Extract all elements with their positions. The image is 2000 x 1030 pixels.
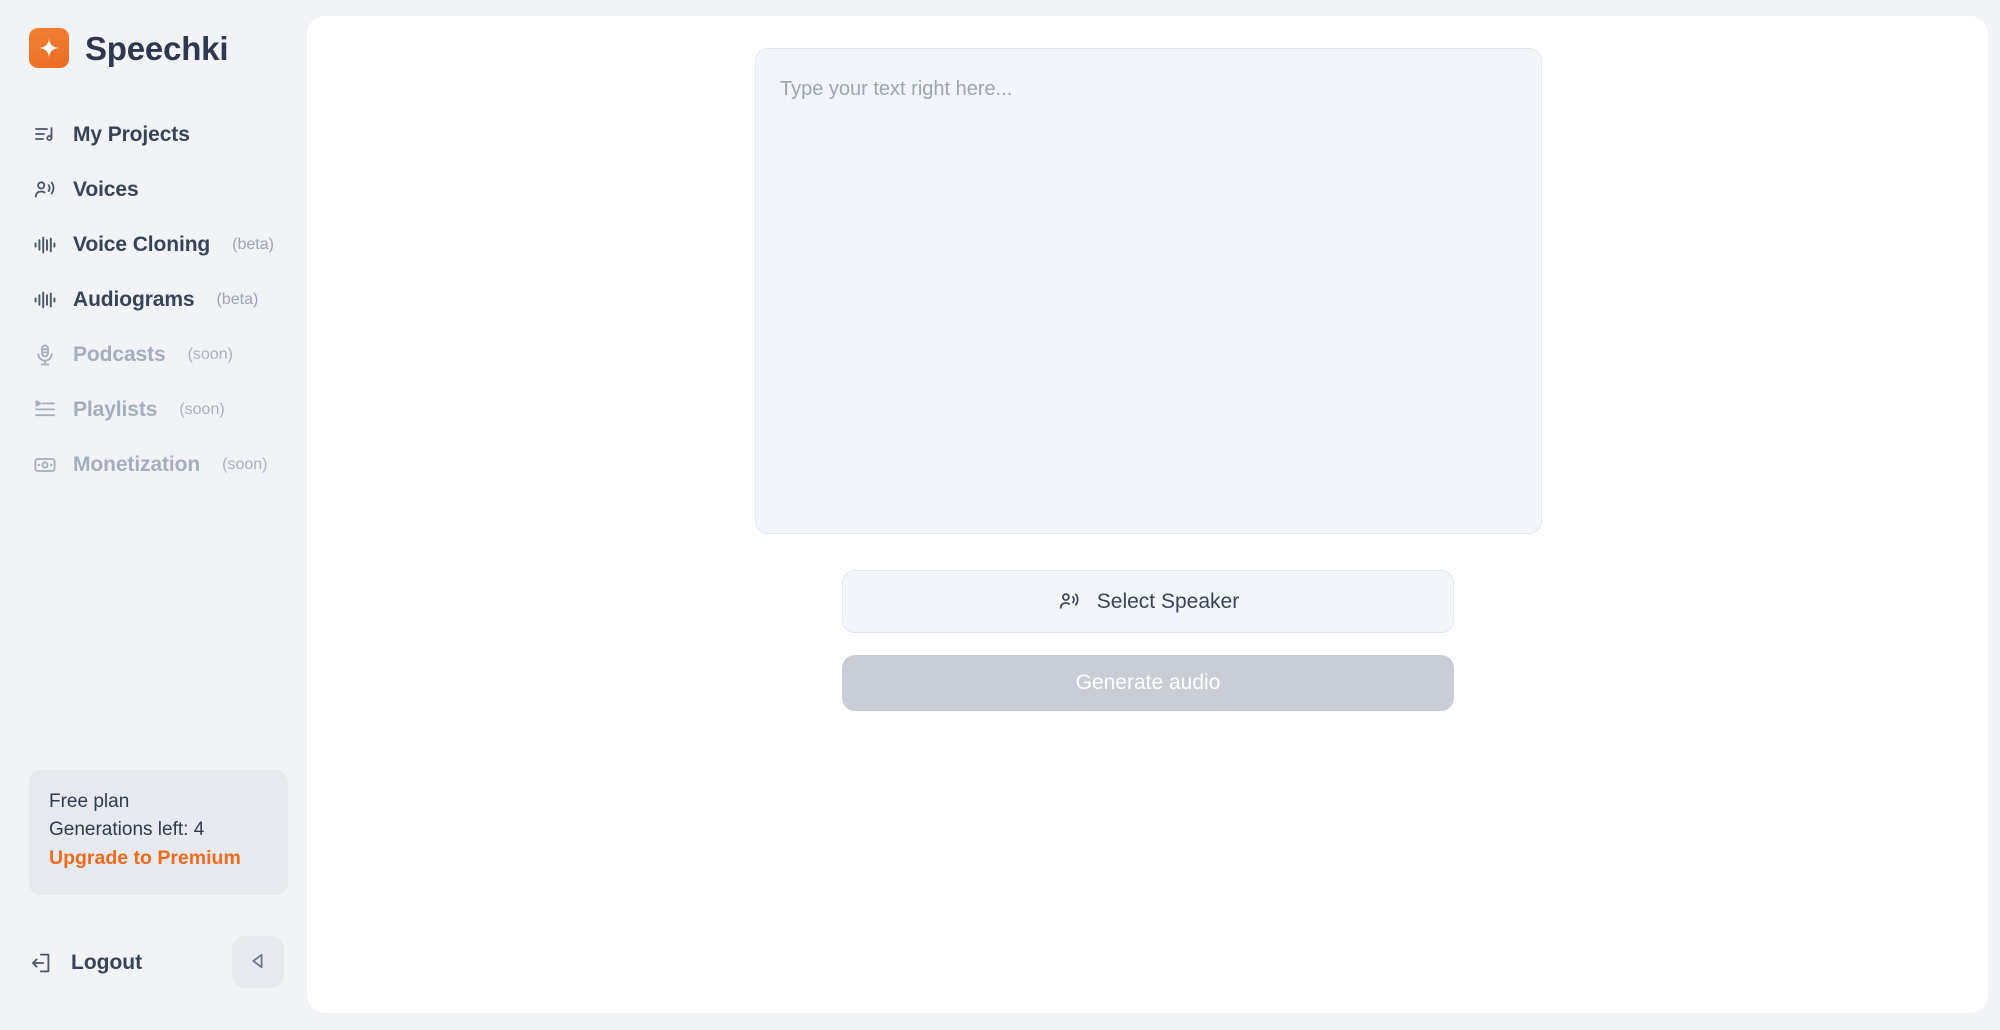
- banknote-icon: [32, 452, 58, 478]
- sidebar-item-voice-cloning[interactable]: Voice Cloning (beta): [0, 227, 307, 263]
- sidebar-item-label: Voice Cloning: [73, 233, 211, 256]
- sidebar-item-tag: (soon): [187, 346, 233, 363]
- brand-name: Speechki: [85, 29, 229, 67]
- waveform-icon: [32, 287, 58, 313]
- sidebar-item-monetization: Monetization (soon): [0, 447, 307, 483]
- collapse-left-triangle-icon: [247, 950, 269, 975]
- sidebar-item-voices[interactable]: Voices: [0, 172, 307, 208]
- generate-audio-button[interactable]: Generate audio: [842, 655, 1454, 711]
- logout-arrow-icon: [29, 950, 55, 976]
- sidebar-item-label: Monetization: [73, 453, 201, 476]
- plan-name: Free plan: [49, 791, 130, 812]
- logout-label: Logout: [71, 951, 143, 974]
- playlist-icon: [32, 397, 58, 423]
- upgrade-to-premium-link[interactable]: Upgrade to Premium: [49, 844, 241, 873]
- sidebar-item-tag: (soon): [222, 456, 268, 473]
- sidebar-item-label: Playlists: [73, 398, 158, 421]
- person-waves-icon: [32, 177, 58, 203]
- editor-column: Select Speaker Generate audio: [755, 48, 1542, 711]
- sidebar-item-audiograms[interactable]: Audiograms (beta): [0, 282, 307, 318]
- sidebar-item-label: Audiograms: [73, 288, 195, 311]
- logout-button[interactable]: Logout: [29, 950, 142, 976]
- main-panel: Select Speaker Generate audio: [307, 16, 1988, 1013]
- collapse-sidebar-button[interactable]: [232, 936, 284, 988]
- sidebar-item-tag: (soon): [179, 401, 225, 418]
- select-speaker-button[interactable]: Select Speaker: [842, 570, 1454, 633]
- list-music-icon: [32, 122, 58, 148]
- sidebar-item-tag: (beta): [216, 291, 259, 308]
- plan-generations-left: Generations left: 4: [49, 819, 205, 841]
- brand-logo[interactable]: Speechki: [29, 28, 229, 68]
- sidebar-item-label: My Projects: [73, 123, 190, 146]
- sidebar-item-my-projects[interactable]: My Projects: [0, 117, 307, 153]
- sidebar-item-label: Podcasts: [73, 343, 166, 366]
- waveform-icon: [32, 232, 58, 258]
- sparkle-logo-icon: [29, 28, 69, 68]
- app-root: Speechki My Projects Voices Voice Clonin…: [0, 0, 2000, 1030]
- text-input[interactable]: [755, 48, 1542, 534]
- sidebar-item-tag: (beta): [232, 236, 274, 253]
- select-speaker-label: Select Speaker: [1096, 589, 1240, 613]
- sidebar: Speechki My Projects Voices Voice Clonin…: [0, 0, 307, 1030]
- plan-card: Free plan Generations left: 4 Upgrade to…: [29, 770, 288, 896]
- sidebar-item-label: Voices: [73, 178, 139, 201]
- sidebar-item-playlists: Playlists (soon): [0, 392, 307, 428]
- microphone-icon: [32, 342, 58, 368]
- person-waves-icon: [1057, 589, 1083, 615]
- sidebar-item-podcasts: Podcasts (soon): [0, 337, 307, 373]
- sidebar-nav: My Projects Voices Voice Cloning (beta) …: [0, 117, 307, 502]
